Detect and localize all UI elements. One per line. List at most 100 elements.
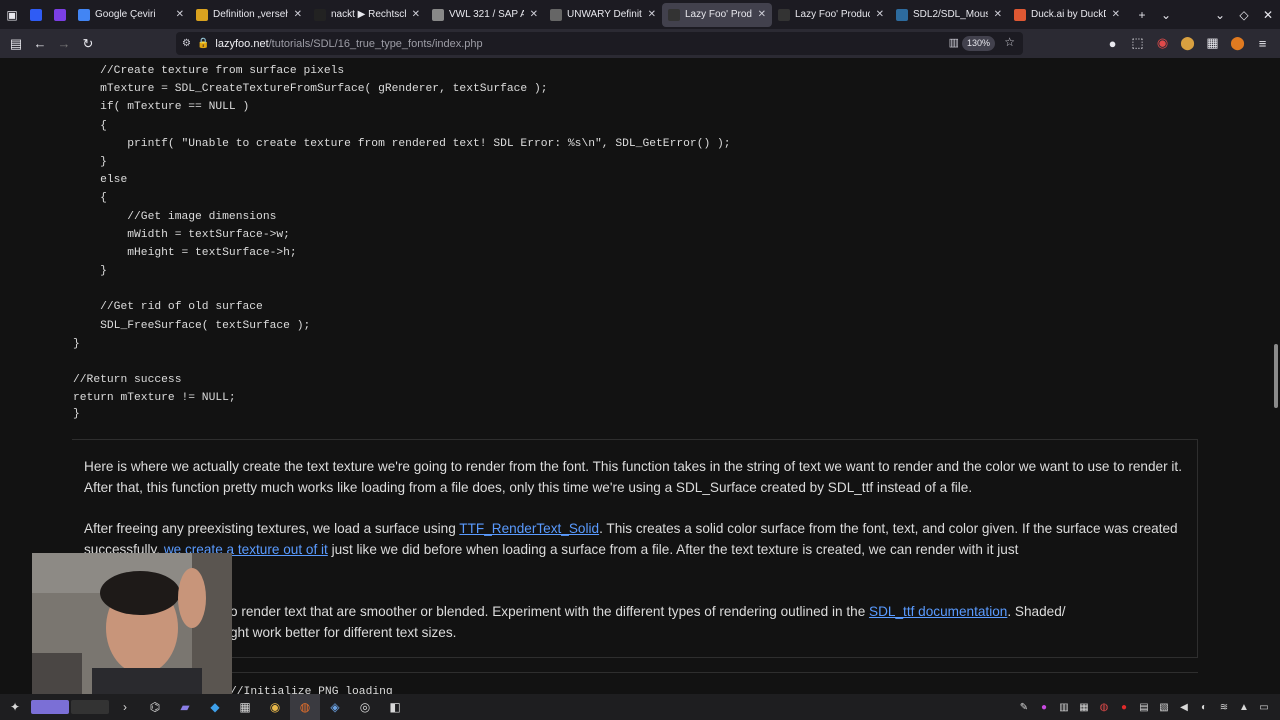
tab-list-icon[interactable]: ⌄ (1154, 3, 1178, 27)
tab-label: Lazy Foo' Productions (795, 9, 870, 20)
workspace-indicator[interactable] (70, 694, 110, 720)
code-text: //Create texture from surface pixels mTe… (73, 62, 731, 408)
start-menu-icon[interactable]: ✦ (0, 694, 30, 720)
menu-icon[interactable]: ≡ (1250, 31, 1275, 55)
close-tab-icon[interactable]: ✕ (1112, 9, 1120, 20)
tab-label: Lazy Foo' Productions (685, 9, 752, 20)
account-icon[interactable]: ● (1100, 31, 1125, 55)
url-bar[interactable]: ⚙ 🔒 lazyfoo.net/tutorials/SDL/16_true_ty… (176, 32, 1023, 55)
browser-tab[interactable]: Google Çeviri ✕ (72, 0, 190, 29)
paragraph-text: After freeing any preexisting textures, … (84, 521, 460, 536)
code-line: else (73, 174, 128, 187)
tab-label: Duck.ai by DuckDuck (1031, 9, 1106, 20)
paragraph-text: o render text that are smoother or blend… (230, 604, 870, 619)
extension-icon[interactable]: ⬤ (1175, 31, 1200, 55)
app-icon[interactable]: ◧ (380, 694, 410, 720)
grid-icon[interactable]: ▦ (1200, 31, 1225, 55)
tab-favicon-icon (432, 8, 444, 21)
back-icon[interactable]: ← (28, 32, 52, 56)
tab-favicon-icon (550, 8, 562, 21)
extension-icon[interactable]: ⬚ (1125, 31, 1150, 55)
forward-icon[interactable]: → (52, 32, 76, 56)
code-line: //Return success (73, 374, 182, 387)
close-tab-icon[interactable]: ✕ (994, 9, 1002, 20)
extension-icon[interactable]: ⬤ (1225, 31, 1250, 55)
close-tab-icon[interactable]: ✕ (758, 9, 766, 20)
close-tab-icon[interactable]: ✕ (530, 9, 538, 20)
browser-tab[interactable]: VWL 321 / SAP Anwend ✕ (426, 0, 544, 29)
tab-overview-icon[interactable]: ▣ (0, 3, 24, 27)
code-line: if( mTexture == NULL ) (73, 101, 250, 114)
code-line: mHeight = textSurface->h; (73, 246, 297, 259)
page-scrollbar[interactable] (1274, 344, 1278, 408)
obs-icon[interactable]: ◎ (350, 694, 380, 720)
clipboard-icon[interactable]: ▤ (1134, 694, 1154, 720)
lock-icon: 🔒 (196, 38, 210, 49)
show-desktop-icon[interactable]: ▭ (1254, 694, 1274, 720)
webcam-image (32, 553, 232, 698)
notifications-icon[interactable]: ▲ (1234, 694, 1254, 720)
code-line: } (73, 155, 107, 168)
close-tab-icon[interactable]: ✕ (412, 9, 420, 20)
close-tab-icon[interactable]: ✕ (648, 9, 656, 20)
volume-icon[interactable]: ◀ (1174, 694, 1194, 720)
new-tab-icon[interactable]: + (1130, 3, 1154, 27)
tab-label: SDL2/SDL_MouseMoti (913, 9, 988, 20)
browser-tab[interactable]: Duck.ai by DuckDuck ✕ (1008, 0, 1126, 29)
bookmark-star-icon[interactable]: ☆ (1004, 35, 1015, 49)
mic-icon[interactable]: ◐ (1194, 694, 1214, 720)
pinned-tab-icon[interactable] (48, 3, 72, 27)
app-icon[interactable]: ◈ (320, 694, 350, 720)
vscode-icon[interactable]: ◆ (200, 694, 230, 720)
paragraph-2: After freeing any preexisting textures, … (84, 518, 1194, 560)
record-icon[interactable]: ● (1114, 694, 1134, 720)
browser-tab[interactable]: Lazy Foo' Productions ✕ (662, 2, 772, 27)
code-line: { (73, 119, 107, 132)
link-sdl-ttf-documentation[interactable]: SDL_ttf documentation (869, 604, 1007, 619)
tray-app-icon[interactable]: ◍ (1094, 694, 1114, 720)
tab-label: UNWARY Definition & M (567, 9, 642, 20)
calculator-icon[interactable]: ▦ (230, 694, 260, 720)
reload-icon[interactable]: ↻ (76, 32, 100, 56)
tab-bar: ▣ Google Çeviri✕Definition „versehen"✕na… (0, 0, 1280, 29)
close-window-icon[interactable]: ✕ (1256, 3, 1280, 27)
chevron-right-icon[interactable]: › (110, 694, 140, 720)
site-info-icon[interactable]: ⚙ (182, 38, 191, 49)
browser-tab[interactable]: nackt ▶ Rechtschreibu ✕ (308, 0, 426, 29)
workspace-indicator[interactable] (30, 694, 70, 720)
pinned-tab-icon[interactable] (24, 3, 48, 27)
browser-tab[interactable]: SDL2/SDL_MouseMoti ✕ (890, 0, 1008, 29)
reader-view-icon[interactable]: ▥ (949, 36, 959, 49)
browser-tab[interactable]: Lazy Foo' Productions ✕ (772, 0, 890, 29)
paragraph-1: Here is where we actually create the tex… (84, 459, 1182, 495)
minimize-icon[interactable]: ⌄ (1208, 3, 1232, 27)
extension-icon[interactable]: ◉ (1150, 31, 1175, 55)
zoom-level[interactable]: 130% (961, 36, 995, 51)
tray-app-icon[interactable]: ▦ (1074, 694, 1094, 720)
pen-icon[interactable]: ✎ (1014, 694, 1034, 720)
chrome-icon[interactable]: ◉ (260, 694, 290, 720)
close-tab-icon[interactable]: ✕ (176, 9, 184, 20)
firefox-icon[interactable]: ◍ (290, 694, 320, 720)
tab-favicon-icon (196, 8, 208, 21)
webcam-overlay (32, 553, 232, 698)
tray-app-icon[interactable]: ▧ (1154, 694, 1174, 720)
url-text[interactable]: lazyfoo.net/tutorials/SDL/16_true_type_f… (215, 38, 482, 50)
app-launcher-icon[interactable]: ⌬ (140, 694, 170, 720)
tray-app-icon[interactable]: ● (1034, 694, 1054, 720)
close-tab-icon[interactable]: ✕ (294, 9, 302, 20)
window-control-icon[interactable]: ◇ (1232, 3, 1256, 27)
browser-tab[interactable]: UNWARY Definition & M ✕ (544, 0, 662, 29)
tab-label: VWL 321 / SAP Anwend (449, 9, 524, 20)
tab-label: nackt ▶ Rechtschreibu (331, 9, 406, 20)
browser-tab[interactable]: Definition „versehen" ✕ (190, 0, 308, 29)
sidebar-icon[interactable]: ▤ (4, 32, 28, 56)
link-ttf-rendertext-solid[interactable]: TTF_RenderText_Solid (459, 521, 599, 536)
tray-app-icon[interactable]: ▥ (1054, 694, 1074, 720)
tab-favicon-icon (314, 8, 326, 21)
file-manager-icon[interactable]: ▰ (170, 694, 200, 720)
network-icon[interactable]: ≋ (1214, 694, 1234, 720)
code-closing-brace: } (73, 408, 80, 420)
code-line: //Get image dimensions (73, 210, 277, 223)
close-tab-icon[interactable]: ✕ (876, 9, 884, 20)
